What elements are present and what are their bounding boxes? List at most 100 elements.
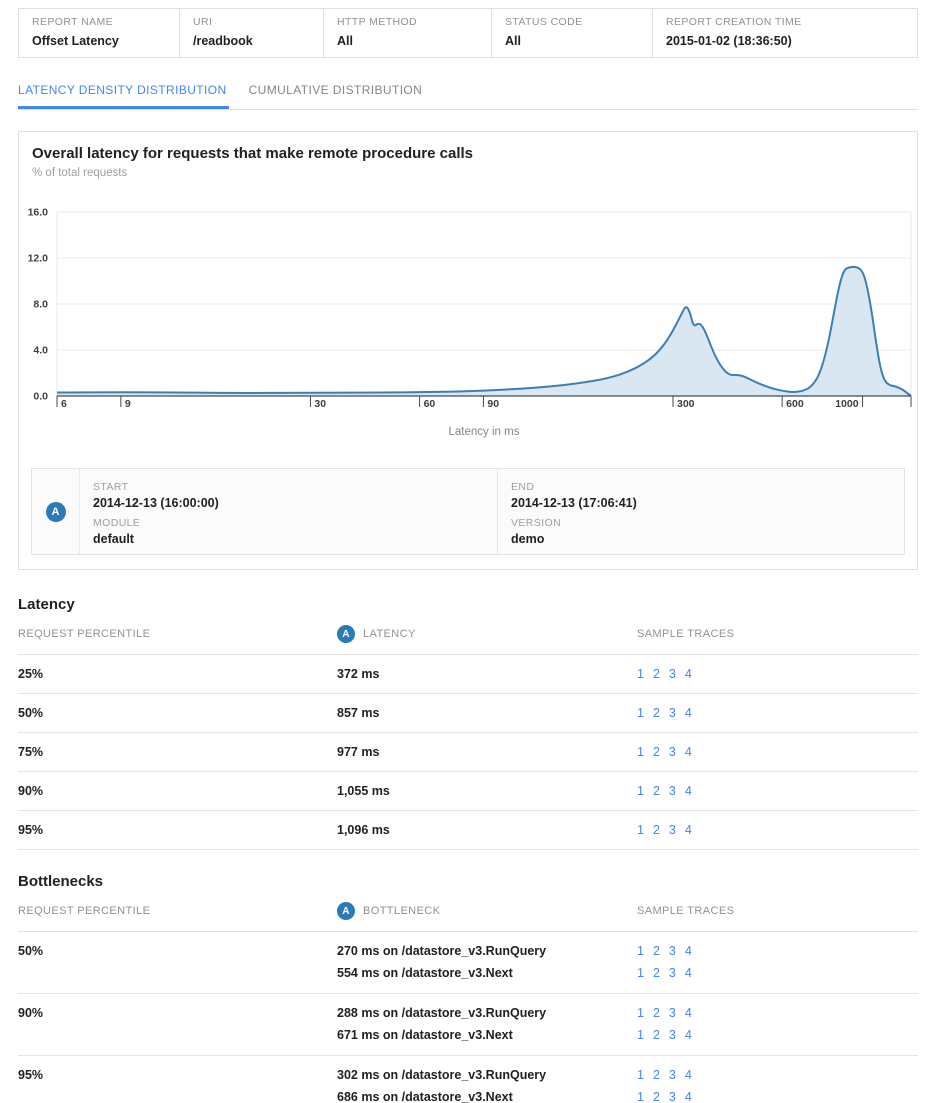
trace-link-2[interactable]: 2 [653, 1068, 660, 1082]
trace-link-3[interactable]: 3 [669, 1068, 676, 1082]
field-value: All [505, 34, 644, 48]
bottleneck-values-cell: 302 ms on /datastore_v3.RunQuery686 ms o… [337, 1064, 637, 1103]
trace-link-2[interactable]: 2 [653, 667, 660, 681]
trace-link-2[interactable]: 2 [653, 823, 660, 837]
latency-value-cell: 1,055 ms [337, 784, 637, 798]
bottleneck-table-row: 90%288 ms on /datastore_v3.RunQuery671 m… [18, 994, 918, 1056]
trace-link-1[interactable]: 1 [637, 1006, 644, 1020]
trace-link-2[interactable]: 2 [653, 1028, 660, 1042]
col-bottleneck: A BOTTLENECK [337, 902, 637, 920]
bottleneck-value: 554 ms on /datastore_v3.Next [337, 962, 637, 984]
field-value: All [337, 34, 483, 48]
trace-link-2[interactable]: 2 [653, 745, 660, 759]
sample-traces-cell: 12341234 [637, 940, 918, 984]
trace-link-3[interactable]: 3 [669, 706, 676, 720]
field-value: Offset Latency [32, 34, 171, 48]
trace-link-2[interactable]: 2 [653, 1006, 660, 1020]
sample-trace-links: 1234 [637, 784, 701, 798]
trace-link-4[interactable]: 4 [685, 706, 692, 720]
trace-link-3[interactable]: 3 [669, 966, 676, 980]
latency-report-page: REPORT NAME Offset Latency URI /readbook… [0, 8, 936, 1103]
bottlenecks-table-body: 50%270 ms on /datastore_v3.RunQuery554 m… [18, 932, 918, 1103]
end-label: END [511, 481, 904, 493]
latency-value-cell: 372 ms [337, 667, 637, 681]
trace-link-3[interactable]: 3 [669, 1090, 676, 1103]
latency-table-header: REQUEST PERCENTILE A LATENCY SAMPLE TRAC… [18, 613, 918, 655]
tab-cumulative-distribution[interactable]: CUMULATIVE DISTRIBUTION [249, 74, 425, 109]
sample-trace-links: 1234 [637, 1006, 701, 1020]
trace-link-2[interactable]: 2 [653, 784, 660, 798]
sample-traces-cell: 1234 [637, 667, 918, 681]
trace-link-3[interactable]: 3 [669, 667, 676, 681]
bottleneck-values-cell: 270 ms on /datastore_v3.RunQuery554 ms o… [337, 940, 637, 984]
sample-trace-links-line: 1234 [637, 1024, 918, 1046]
percentile-cell: 95% [18, 1064, 337, 1086]
bottleneck-values-cell: 288 ms on /datastore_v3.RunQuery671 ms o… [337, 1002, 637, 1046]
x-tick-label: 60 [424, 398, 436, 410]
trace-link-4[interactable]: 4 [685, 823, 692, 837]
percentile-cell: 50% [18, 706, 337, 720]
trace-link-1[interactable]: 1 [637, 784, 644, 798]
x-tick-label: 90 [487, 398, 499, 410]
trace-link-1[interactable]: 1 [637, 944, 644, 958]
trace-link-4[interactable]: 4 [685, 1028, 692, 1042]
latency-table-row: 95%1,096 ms1234 [18, 811, 918, 850]
trace-link-4[interactable]: 4 [685, 1090, 692, 1103]
latency-value-cell: 857 ms [337, 706, 637, 720]
trace-link-1[interactable]: 1 [637, 1068, 644, 1082]
trace-link-1[interactable]: 1 [637, 745, 644, 759]
trace-link-1[interactable]: 1 [637, 966, 644, 980]
trace-link-3[interactable]: 3 [669, 1028, 676, 1042]
density-area [57, 267, 911, 396]
bottleneck-value: 270 ms on /datastore_v3.RunQuery [337, 940, 637, 962]
trace-link-3[interactable]: 3 [669, 745, 676, 759]
trace-link-1[interactable]: 1 [637, 1090, 644, 1103]
bottleneck-value: 288 ms on /datastore_v3.RunQuery [337, 1002, 637, 1024]
sample-traces-cell: 1234 [637, 745, 918, 759]
trace-link-1[interactable]: 1 [637, 706, 644, 720]
y-tick-label: 16.0 [28, 207, 49, 219]
percentile-cell: 90% [18, 784, 337, 798]
trace-link-4[interactable]: 4 [685, 1006, 692, 1020]
sample-trace-links: 1234 [637, 706, 701, 720]
y-tick-label: 8.0 [33, 299, 48, 311]
field-value: /readbook [193, 34, 315, 48]
trace-link-3[interactable]: 3 [669, 784, 676, 798]
series-info-col1: START 2014-12-13 (16:00:00) MODULE defau… [80, 469, 498, 554]
trace-link-4[interactable]: 4 [685, 745, 692, 759]
x-tick-label: 30 [314, 398, 326, 410]
trace-link-2[interactable]: 2 [653, 1090, 660, 1103]
percentile-cell: 50% [18, 940, 337, 962]
trace-link-4[interactable]: 4 [685, 966, 692, 980]
http-method-field: HTTP METHOD All [323, 9, 491, 57]
trace-link-1[interactable]: 1 [637, 823, 644, 837]
trace-link-4[interactable]: 4 [685, 784, 692, 798]
trace-link-2[interactable]: 2 [653, 706, 660, 720]
col-latency: A LATENCY [337, 625, 637, 643]
field-label: REPORT NAME [32, 16, 171, 28]
trace-link-1[interactable]: 1 [637, 667, 644, 681]
trace-link-4[interactable]: 4 [685, 944, 692, 958]
trace-link-3[interactable]: 3 [669, 944, 676, 958]
creation-time-field: REPORT CREATION TIME 2015-01-02 (18:36:5… [652, 9, 917, 57]
sample-trace-links-line: 1234 [637, 962, 918, 984]
trace-link-3[interactable]: 3 [669, 823, 676, 837]
sample-trace-links: 1234 [637, 667, 701, 681]
percentile-cell: 25% [18, 667, 337, 681]
col-sample-traces: SAMPLE TRACES [637, 628, 918, 640]
sample-trace-links: 1234 [637, 823, 701, 837]
y-tick-label: 0.0 [33, 391, 48, 403]
uri-field: URI /readbook [179, 9, 323, 57]
trace-link-2[interactable]: 2 [653, 966, 660, 980]
field-label: URI [193, 16, 315, 28]
percentile-cell: 75% [18, 745, 337, 759]
trace-link-1[interactable]: 1 [637, 1028, 644, 1042]
tab-latency-density-distribution[interactable]: LATENCY DENSITY DISTRIBUTION [18, 74, 229, 109]
trace-link-4[interactable]: 4 [685, 667, 692, 681]
bottleneck-value: 302 ms on /datastore_v3.RunQuery [337, 1064, 637, 1086]
sample-trace-links-line: 1234 [637, 1002, 918, 1024]
trace-link-2[interactable]: 2 [653, 944, 660, 958]
trace-link-4[interactable]: 4 [685, 1068, 692, 1082]
bottleneck-value: 671 ms on /datastore_v3.Next [337, 1024, 637, 1046]
trace-link-3[interactable]: 3 [669, 1006, 676, 1020]
